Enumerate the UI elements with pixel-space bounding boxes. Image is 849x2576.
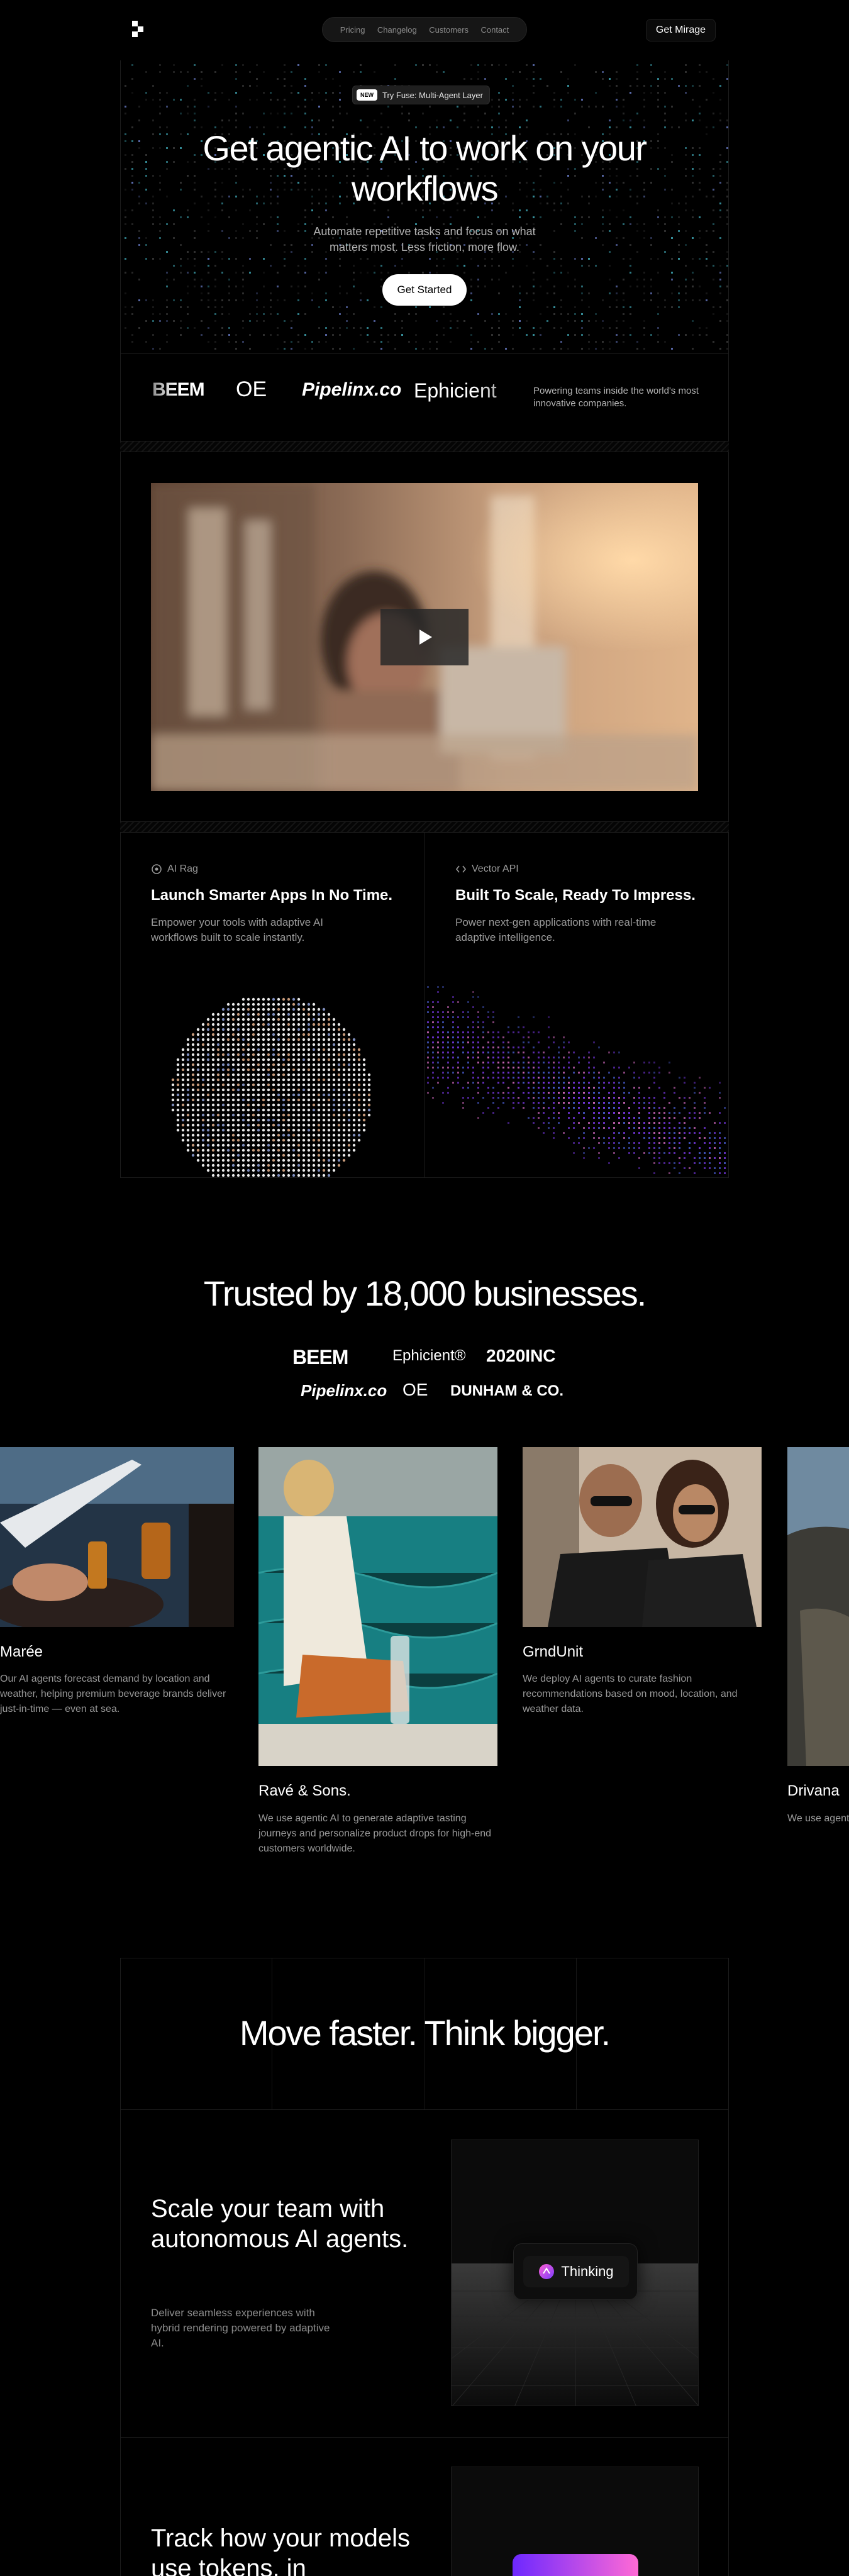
feature-tag-label: AI Rag: [167, 863, 198, 874]
customer-name: GrndUnit: [523, 1643, 584, 1660]
feature-description: Power next-gen applications with real-ti…: [455, 916, 657, 943]
feature-tag-label: Vector API: [472, 863, 519, 874]
feature-heading: Track how your models use tokens, in: [151, 2524, 410, 2576]
dot-sphere-graphic: [165, 991, 379, 1177]
customer-name: Drivana: [787, 1782, 840, 1799]
feature-tag-rag: AI Rag: [151, 863, 198, 875]
customer-quote: We use agentic AI to generate adaptive t…: [258, 1813, 492, 1854]
brand-logo: Pipelinx.co: [301, 1381, 387, 1400]
vector-wave-graphic: [425, 969, 728, 1177]
play-button[interactable]: [380, 609, 469, 665]
hero-title: Get agentic AI to work on your workflows: [203, 128, 647, 208]
nav-link-changelog[interactable]: Changelog: [377, 25, 417, 35]
nav-menu: Pricing Changelog Customers Contact: [322, 17, 527, 42]
customer-quote: Our AI agents forecast demand by locatio…: [0, 1674, 226, 1714]
nav-link-pricing[interactable]: Pricing: [340, 25, 365, 35]
feature-tag-vector: Vector API: [455, 863, 519, 875]
get-started-button[interactable]: Get Started: [382, 274, 467, 306]
fade-overlay: [121, 354, 177, 441]
token-demo-panel: [451, 2467, 699, 2576]
feature-title: Built To Scale, Ready To Impress.: [455, 887, 696, 904]
brand-logo: Ephicient®: [392, 1347, 466, 1364]
announcement-badge[interactable]: NEW Try Fuse: Multi-Agent Layer: [352, 86, 490, 104]
thinking-label: Thinking: [561, 2263, 614, 2279]
nav-link-contact[interactable]: Contact: [480, 25, 509, 35]
customer-image-grndunit[interactable]: [523, 1447, 762, 1627]
feature-description: Deliver seamless experiences with hybrid…: [151, 2307, 330, 2349]
page: Pricing Changelog Customers Contact Get …: [0, 0, 849, 2576]
agent-demo-panel: Thinking: [451, 2140, 699, 2406]
ai-chip-icon: [152, 864, 162, 874]
spark-icon: [539, 2264, 555, 2279]
brand-logo: DUNHAM & CO.: [450, 1382, 563, 1399]
hero-subtitle: Automate repetitive tasks and focus on w…: [313, 225, 536, 253]
divider: [120, 2109, 729, 2110]
customer-image-rave[interactable]: [258, 1447, 497, 1766]
code-icon: [455, 865, 467, 873]
brand-logo: BEEM: [292, 1346, 348, 1368]
customer-image-maree[interactable]: [0, 1447, 234, 1627]
brand-logo: Pipelinx.co: [302, 379, 402, 400]
hatch-divider: [120, 441, 729, 452]
trusted-title: Trusted by 18,000 businesses.: [203, 1274, 647, 1313]
divider: [120, 1177, 729, 1178]
logo-caption: Powering teams inside the world's most i…: [533, 386, 699, 409]
section-title: Move faster. Think bigger.: [239, 2013, 611, 2053]
badge-text: Try Fuse: Multi-Agent Layer: [382, 90, 483, 100]
brand-logo: 2020INC: [486, 1346, 556, 1365]
logo-icon[interactable]: [132, 21, 146, 37]
feature-description: Empower your tools with adaptive AI work…: [151, 916, 324, 943]
feature-heading: Scale your team with autonomous AI agent…: [151, 2195, 409, 2253]
hatch-divider: [120, 821, 729, 833]
customer-quote: We deploy AI agents to curate fashion re…: [523, 1674, 738, 1714]
feature-title: Launch Smarter Apps In No Time.: [151, 887, 393, 904]
nav-link-customers[interactable]: Customers: [429, 25, 469, 35]
customer-name: Ravé & Sons.: [258, 1782, 351, 1799]
new-label: NEW: [357, 89, 377, 101]
get-mirage-button[interactable]: Get Mirage: [646, 19, 716, 42]
brand-logo: OE: [236, 377, 267, 401]
customer-image-drivana[interactable]: [787, 1447, 849, 1766]
customer-quote: We use agentic AI to personalize every e…: [787, 1813, 849, 1824]
divider: [120, 2437, 729, 2438]
thinking-pill: Thinking: [523, 2256, 629, 2287]
play-icon: [419, 630, 432, 645]
customer-name: Marée: [0, 1643, 43, 1660]
token-usage-pill: [513, 2554, 638, 2576]
brand-logo: OE: [402, 1380, 428, 1399]
